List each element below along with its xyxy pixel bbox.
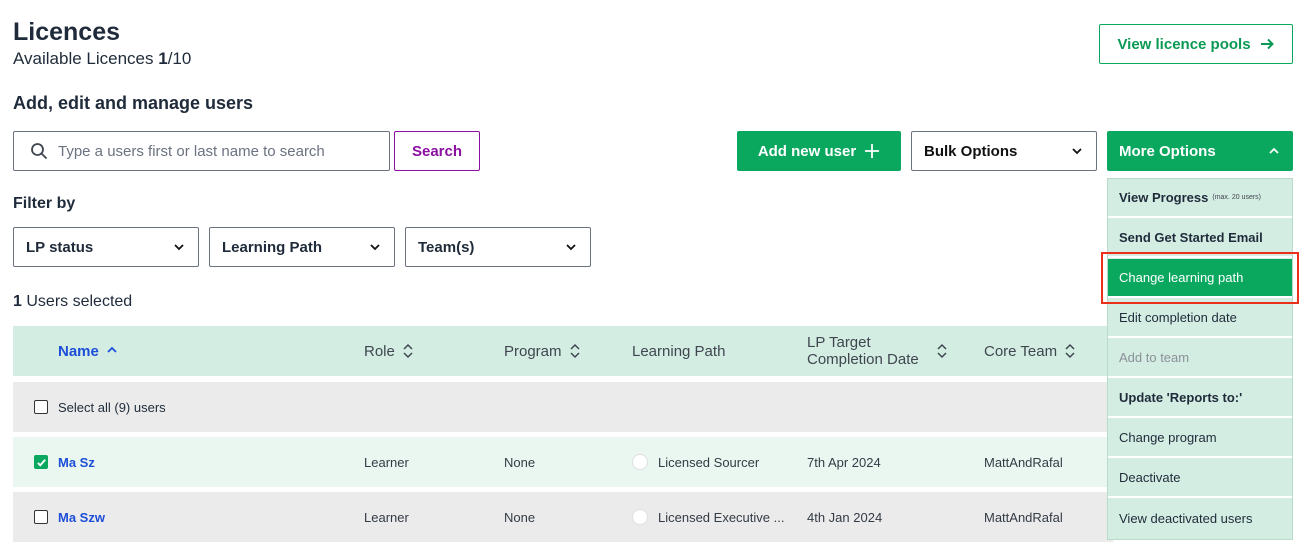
filter-teams[interactable]: Team(s): [405, 227, 591, 267]
menu-item-change-program[interactable]: Change program: [1108, 419, 1292, 458]
menu-item-add-to-team: Add to team: [1108, 339, 1292, 378]
page-title: Licences: [13, 18, 121, 46]
menu-item-edit-completion-date[interactable]: Edit completion date: [1108, 299, 1292, 338]
menu-item-view-progress-label: View Progress: [1119, 190, 1209, 205]
user-target-date: 4th Jan 2024: [807, 509, 883, 525]
view-licence-pools-label: View licence pools: [1117, 35, 1251, 53]
available-licences-label: Available Licences: [13, 49, 154, 68]
user-name-link[interactable]: Ma Szw: [58, 492, 105, 542]
column-core-team[interactable]: Core Team: [984, 326, 1077, 376]
filter-lp-status[interactable]: LP status: [13, 227, 199, 267]
filter-learning-path[interactable]: Learning Path: [209, 227, 395, 267]
menu-item-deactivate[interactable]: Deactivate: [1108, 459, 1292, 498]
user-core-team: MattAndRafal: [984, 509, 1063, 525]
filter-lp-status-label: LP status: [26, 238, 94, 256]
column-name-label: Name: [58, 342, 99, 360]
table-row: Ma Szw Learner None Licensed Executive .…: [13, 492, 1113, 542]
search-box: [13, 131, 390, 171]
sort-icon: [1065, 343, 1075, 359]
sort-icon: [403, 343, 413, 359]
column-lp-target-line1: LP Target: [807, 334, 871, 351]
row-checkbox[interactable]: [34, 455, 48, 469]
user-learning-path: Licensed Sourcer: [632, 437, 759, 487]
menu-item-view-progress-note: (max. 20 users): [1212, 194, 1261, 201]
sort-icon: [937, 343, 947, 359]
table-header: Name Role Program Learning Path LP Targe…: [13, 326, 1113, 376]
column-role-label: Role: [364, 342, 395, 360]
sort-icon: [570, 343, 580, 359]
column-name[interactable]: Name: [58, 326, 119, 376]
selected-count: 1: [13, 293, 22, 310]
column-core-team-label: Core Team: [984, 342, 1058, 360]
user-learning-path-label: Licensed Sourcer: [658, 454, 760, 470]
user-role: Learner: [364, 454, 409, 470]
chevron-down-icon: [174, 244, 184, 251]
status-dot-icon: [632, 509, 648, 525]
user-program: None: [504, 509, 536, 525]
row-checkbox[interactable]: [34, 510, 48, 524]
more-options-label: More Options: [1119, 142, 1216, 160]
user-core-team: MattAndRafal: [984, 454, 1063, 470]
column-program[interactable]: Program: [504, 326, 582, 376]
status-dot-icon: [632, 454, 648, 470]
select-all-label: Select all (9) users: [58, 399, 166, 415]
more-options-menu: View Progress (max. 20 users) Send Get S…: [1107, 178, 1293, 540]
menu-item-view-deactivated-users[interactable]: View deactivated users: [1108, 499, 1292, 538]
column-learning-path-label: Learning Path: [632, 342, 726, 360]
filter-by-label: Filter by: [13, 195, 76, 212]
search-button[interactable]: Search: [394, 131, 480, 171]
column-lp-target-line2: Completion Date: [807, 351, 919, 368]
users-selected-count: 1 Users selected: [13, 293, 132, 311]
menu-item-send-get-started-email[interactable]: Send Get Started Email: [1108, 219, 1292, 258]
user-name-link[interactable]: Ma Sz: [58, 437, 95, 487]
bulk-options-label: Bulk Options: [924, 142, 1018, 160]
select-all-checkbox[interactable]: [34, 400, 48, 414]
chevron-down-icon: [566, 244, 576, 251]
user-learning-path-label: Licensed Executive ...: [658, 509, 785, 525]
check-icon: [36, 458, 46, 467]
available-licences-total: /10: [167, 49, 192, 68]
filter-learning-path-label: Learning Path: [222, 238, 323, 256]
available-licences: Available Licences 1/10: [13, 49, 191, 69]
user-role: Learner: [364, 509, 409, 525]
add-new-user-label: Add new user: [757, 142, 857, 160]
chevron-down-icon: [1072, 148, 1082, 155]
user-learning-path: Licensed Executive ...: [632, 492, 784, 542]
column-lp-target-date[interactable]: LP Target Completion Date: [807, 326, 949, 376]
chevron-up-icon: [1269, 147, 1279, 154]
available-licences-used: 1: [158, 49, 168, 68]
select-all-row: Select all (9) users: [13, 382, 1113, 432]
filter-teams-label: Team(s): [418, 238, 475, 256]
table-row: Ma Sz Learner None Licensed Sourcer 7th …: [13, 437, 1113, 487]
view-licence-pools-button[interactable]: View licence pools: [1099, 24, 1293, 64]
search-icon: [31, 143, 48, 160]
plus-icon: [865, 144, 880, 158]
more-options-dropdown[interactable]: More Options: [1107, 131, 1293, 171]
chevron-down-icon: [370, 244, 380, 251]
column-role[interactable]: Role: [364, 326, 415, 376]
sort-ascending-icon: [107, 346, 117, 353]
menu-item-view-progress[interactable]: View Progress (max. 20 users): [1108, 179, 1292, 218]
user-program: None: [504, 454, 536, 470]
section-title: Add, edit and manage users: [13, 93, 254, 113]
arrow-right-icon: [1260, 38, 1274, 50]
bulk-options-dropdown[interactable]: Bulk Options: [911, 131, 1097, 171]
add-new-user-button[interactable]: Add new user: [737, 131, 901, 171]
menu-item-update-reports-to[interactable]: Update 'Reports to:': [1108, 379, 1292, 418]
column-lp-target-date-label: LP Target Completion Date: [807, 334, 919, 368]
column-program-label: Program: [504, 342, 562, 360]
selected-label: Users selected: [26, 293, 133, 310]
menu-item-change-learning-path[interactable]: Change learning path: [1108, 259, 1292, 298]
column-learning-path: Learning Path: [632, 326, 725, 376]
user-target-date: 7th Apr 2024: [807, 454, 881, 470]
search-input[interactable]: [58, 142, 378, 160]
